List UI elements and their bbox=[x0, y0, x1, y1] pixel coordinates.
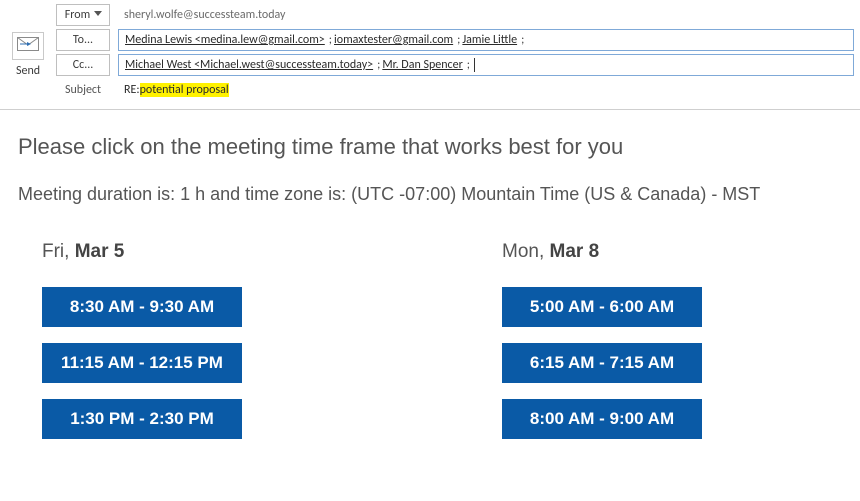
time-slot-button[interactable]: 1:30 PM - 2:30 PM bbox=[42, 399, 242, 439]
cc-recipient: Michael West <Michael.west@successteam.t… bbox=[125, 58, 373, 72]
subject-label: Subject bbox=[56, 83, 110, 97]
send-label: Send bbox=[16, 64, 40, 78]
to-recipient: Medina Lewis <medina.lew@gmail.com> bbox=[125, 33, 325, 47]
time-slots: Fri, Mar 5 8:30 AM - 9:30 AM 11:15 AM - … bbox=[18, 241, 842, 439]
from-value: sheryl.wolfe@successteam.today bbox=[118, 8, 854, 22]
day-date: Mar 5 bbox=[75, 241, 125, 262]
day-date: Mar 8 bbox=[550, 241, 600, 262]
compose-header: Send From sheryl.wolfe@successteam.today… bbox=[0, 0, 860, 110]
cc-label: Cc... bbox=[73, 58, 94, 72]
from-label: From bbox=[65, 8, 90, 22]
subject-highlight: potential proposal bbox=[140, 83, 229, 97]
day-heading: Fri, Mar 5 bbox=[42, 241, 242, 263]
day-weekday: Mon, bbox=[502, 241, 550, 262]
to-recipient: Jamie Little bbox=[462, 33, 517, 47]
day-weekday: Fri, bbox=[42, 241, 75, 262]
chevron-down-icon bbox=[94, 11, 101, 18]
from-button[interactable]: From bbox=[56, 4, 110, 26]
cc-button[interactable]: Cc... bbox=[56, 54, 110, 76]
to-field[interactable]: Medina Lewis <medina.lew@gmail.com>; iom… bbox=[118, 29, 854, 51]
day-heading: Mon, Mar 8 bbox=[502, 241, 702, 263]
time-slot-button[interactable]: 8:30 AM - 9:30 AM bbox=[42, 287, 242, 327]
time-slot-button[interactable]: 8:00 AM - 9:00 AM bbox=[502, 399, 702, 439]
body-heading: Please click on the meeting time frame t… bbox=[18, 134, 842, 160]
send-button[interactable]: Send bbox=[6, 4, 50, 101]
cc-recipient: Mr. Dan Spencer bbox=[382, 58, 462, 72]
header-fields: From sheryl.wolfe@successteam.today To..… bbox=[56, 4, 854, 101]
subject-field[interactable]: RE: potential proposal bbox=[118, 79, 854, 101]
to-label: To... bbox=[73, 33, 93, 47]
send-icon bbox=[12, 32, 44, 60]
subject-prefix: RE: bbox=[124, 83, 140, 97]
day-column: Mon, Mar 8 5:00 AM - 6:00 AM 6:15 AM - 7… bbox=[502, 241, 702, 439]
cc-field[interactable]: Michael West <Michael.west@successteam.t… bbox=[118, 54, 854, 76]
time-slot-button[interactable]: 11:15 AM - 12:15 PM bbox=[42, 343, 242, 383]
time-slot-button[interactable]: 6:15 AM - 7:15 AM bbox=[502, 343, 702, 383]
text-caret-icon bbox=[474, 58, 475, 72]
time-slot-button[interactable]: 5:00 AM - 6:00 AM bbox=[502, 287, 702, 327]
message-body[interactable]: Please click on the meeting time frame t… bbox=[0, 110, 860, 439]
to-recipient: iomaxtester@gmail.com bbox=[334, 33, 453, 47]
day-column: Fri, Mar 5 8:30 AM - 9:30 AM 11:15 AM - … bbox=[42, 241, 242, 439]
to-button[interactable]: To... bbox=[56, 29, 110, 51]
body-subheading: Meeting duration is: 1 h and time zone i… bbox=[18, 184, 842, 205]
